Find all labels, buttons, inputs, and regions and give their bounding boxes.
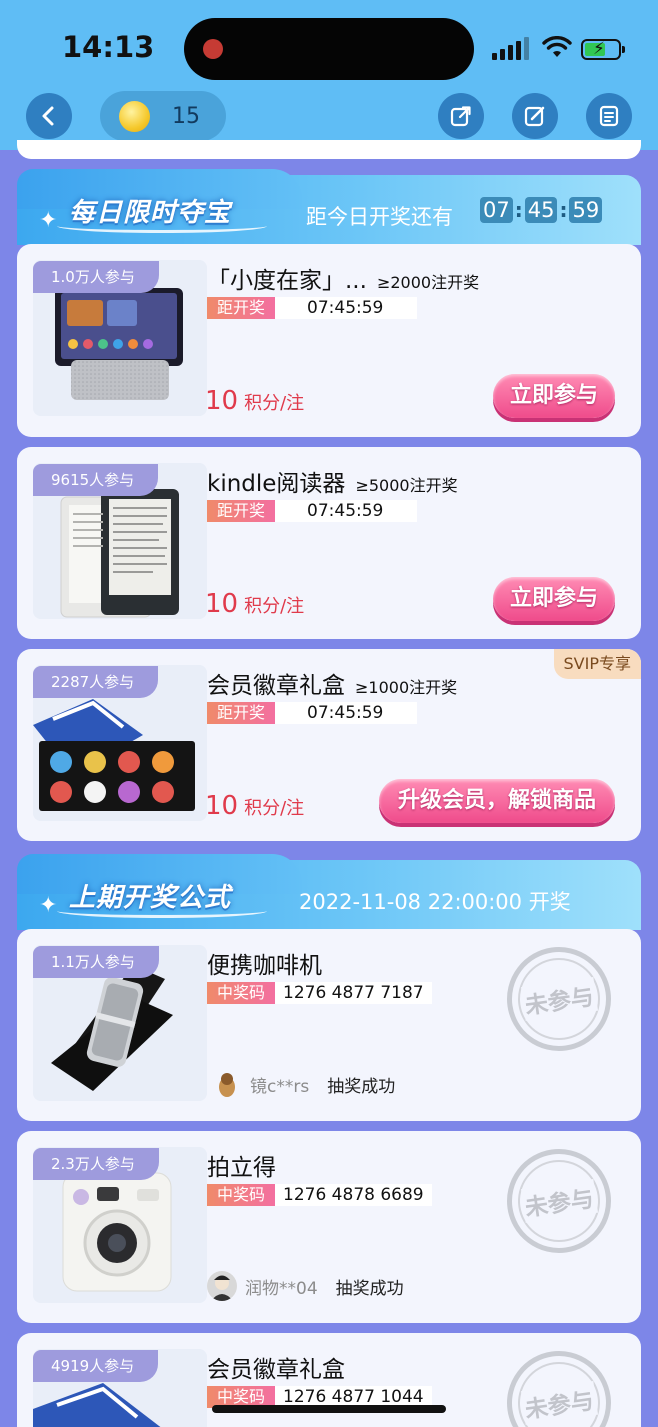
status-icons: ⚡ — [492, 36, 632, 64]
countdown-label: 距今日开奖还有 — [306, 205, 453, 229]
participants-badge: 2.3万人参与 — [33, 1148, 159, 1180]
back-button[interactable] — [26, 93, 72, 139]
draw-countdown: 07:45:59 — [275, 297, 418, 319]
draw-countdown: 07:45:59 — [275, 702, 418, 724]
draw-threshold: ≥5000注开奖 — [355, 476, 458, 495]
participants-badge: 1.1万人参与 — [33, 946, 159, 978]
participants-badge: 9615人参与 — [33, 464, 159, 496]
sparkle-icon: ✦ — [39, 208, 58, 233]
join-button[interactable]: 立即参与 — [493, 374, 615, 418]
winner-row: 润物**04 抽奖成功 — [207, 1271, 404, 1301]
participants-badge: 2287人参与 — [33, 666, 159, 698]
draw-countdown-tag: 距开奖 — [207, 702, 276, 724]
share-button[interactable] — [438, 93, 484, 139]
not-joined-stamp: 未参与 — [500, 1344, 618, 1427]
edit-button[interactable] — [512, 93, 558, 139]
chevron-left-icon — [42, 106, 54, 126]
draw-threshold: ≥1000注开奖 — [355, 678, 458, 697]
battery-icon: ⚡ — [581, 39, 625, 60]
prize-title: 「小度在家」... — [207, 268, 367, 294]
draw-status: 抽奖成功 — [327, 1076, 396, 1097]
prize-title: 便携咖啡机 — [207, 953, 322, 979]
join-button[interactable]: 立即参与 — [493, 577, 615, 621]
prize-title: 会员徽章礼盒 — [207, 673, 345, 699]
prize-title: kindle阅读器 — [207, 471, 346, 497]
last-draw-section-header: ✦ 上期开奖公式 2022-11-08 22:00:00 开奖 — [17, 854, 641, 930]
status-time: 14:13 — [62, 30, 155, 64]
countdown-timer: 07: 45: 59 — [480, 197, 603, 223]
winner-row: 镜c**rs 抽奖成功 — [212, 1069, 395, 1099]
prize-title: 拍立得 — [207, 1155, 276, 1181]
draw-countdown: 07:45:59 — [275, 500, 418, 522]
price: 10 积分/注 — [205, 386, 305, 416]
price: 10 积分/注 — [205, 589, 305, 619]
participants-badge: 4919人参与 — [33, 1350, 159, 1382]
prize-card-kindle[interactable]: 9615人参与 kindle阅读器 ≥5000注开奖 距开奖 07:45:59 10… — [17, 447, 641, 639]
section-title: 上期开奖公式 — [69, 883, 232, 913]
price: 10 积分/注 — [205, 791, 305, 821]
records-button[interactable] — [586, 93, 632, 139]
winning-code: 1276 4878 6689 — [275, 1184, 432, 1206]
list-icon — [599, 105, 619, 127]
coin-balance[interactable]: 15 — [100, 91, 226, 141]
winner-name: 镜c**rs — [250, 1076, 310, 1097]
previous-card-edge — [17, 140, 641, 159]
not-joined-stamp: 未参与 — [500, 1142, 618, 1260]
recording-dot-icon — [203, 39, 223, 59]
share-icon — [450, 106, 471, 127]
section-title: 每日限时夺宝 — [69, 198, 232, 228]
wifi-icon — [542, 36, 572, 57]
winning-code-tag: 中奖码 — [207, 982, 276, 1004]
result-card-instax[interactable]: 2.3万人参与 拍立得 中奖码 1276 4878 6689 润物**04 抽奖成… — [17, 1131, 641, 1323]
prize-card-badge-box[interactable]: SVIP专享 2287人参与 会员徽章礼盒 ≥1000注开奖 距开奖 07:45:5… — [17, 649, 641, 841]
draw-countdown-tag: 距开奖 — [207, 500, 276, 522]
winning-code-tag: 中奖码 — [207, 1184, 276, 1206]
countdown-seconds: 59 — [569, 197, 603, 223]
avatar — [207, 1271, 237, 1301]
countdown-minutes: 45 — [524, 197, 558, 223]
not-joined-stamp: 未参与 — [500, 940, 618, 1058]
draw-status: 抽奖成功 — [335, 1278, 404, 1299]
winner-name: 润物**04 — [245, 1278, 318, 1299]
coin-count: 15 — [172, 104, 200, 129]
winning-code: 1276 4877 7187 — [275, 982, 432, 1004]
prize-card-xiaodu[interactable]: 1.0万人参与 「小度在家」... ≥2000注开奖 距开奖 07:45:59 10… — [17, 244, 641, 437]
coin-icon — [119, 101, 150, 132]
result-card-coffee[interactable]: 1.1万人参与 便携咖啡机 中奖码 1276 4877 7187 镜c**rs 抽… — [17, 929, 641, 1121]
upgrade-vip-button[interactable]: 升级会员，解锁商品 — [379, 779, 615, 823]
top-bar: 14:13 ⚡ 15 — [0, 0, 658, 150]
prize-title: 会员徽章礼盒 — [207, 1357, 345, 1383]
countdown-hours: 07 — [480, 197, 513, 223]
participants-badge: 1.0万人参与 — [33, 261, 159, 293]
avatar — [212, 1069, 242, 1099]
edit-icon — [524, 106, 545, 127]
draw-threshold: ≥2000注开奖 — [376, 273, 480, 292]
sparkle-icon: ✦ — [39, 893, 58, 918]
draw-time: 2022-11-08 22:00:00 开奖 — [299, 890, 571, 914]
svip-badge: SVIP专享 — [553, 649, 641, 679]
draw-countdown-tag: 距开奖 — [207, 297, 276, 319]
home-indicator — [212, 1405, 446, 1413]
daily-section-header: ✦ 每日限时夺宝 距今日开奖还有 07: 45: 59 — [17, 169, 641, 245]
dynamic-island — [184, 18, 474, 80]
